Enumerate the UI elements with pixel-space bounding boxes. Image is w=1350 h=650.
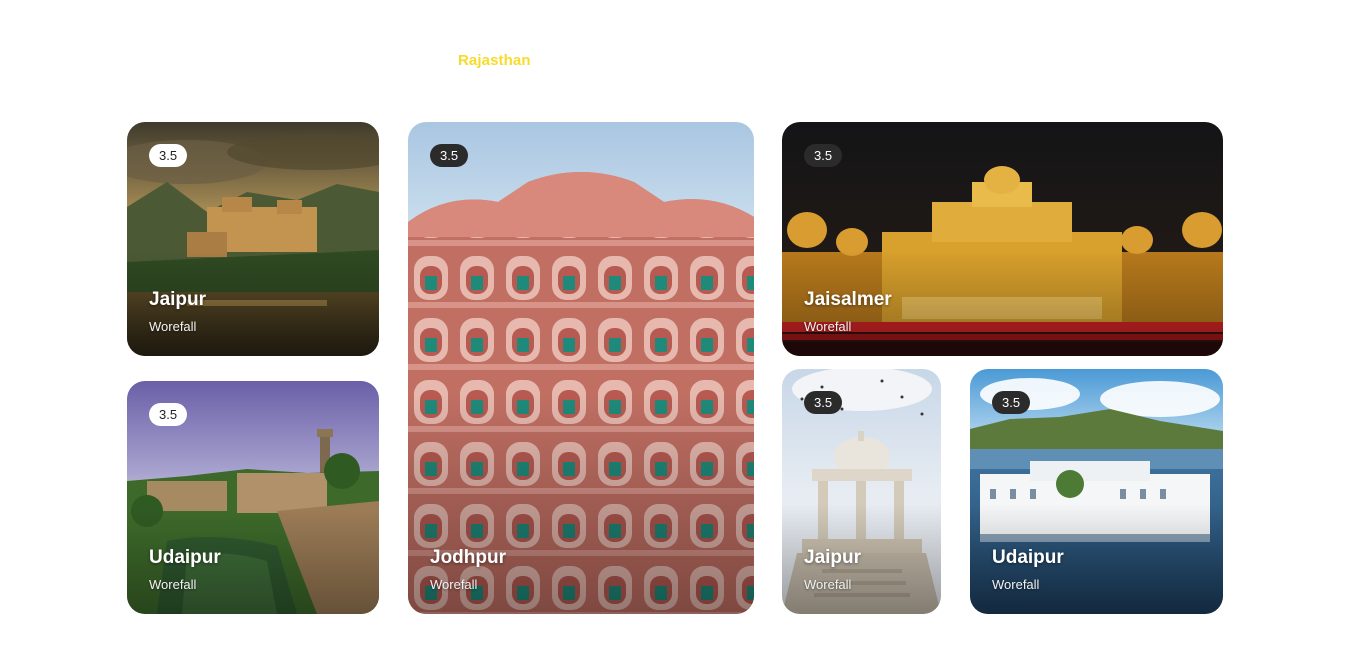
card-title: Jaisalmer (804, 289, 892, 310)
rating-badge: 3.5 (149, 144, 188, 167)
section-title: Rajasthan (458, 52, 531, 69)
card-overlay (408, 122, 754, 614)
card-title: Jodhpur (430, 547, 506, 568)
card-title: Udaipur (992, 547, 1064, 568)
destination-card-jaisalmer[interactable]: 3.5 Jaisalmer Worefall (782, 122, 1223, 356)
destination-card-jodhpur[interactable]: 3.5 Jodhpur Worefall (408, 122, 754, 614)
card-subtitle: Worefall (804, 319, 852, 334)
destination-card-udaipur-fort[interactable]: 3.5 Udaipur Worefall (127, 381, 379, 614)
destination-card-jaipur-chhatri[interactable]: 3.5 Jaipur Worefall (782, 369, 941, 614)
card-subtitle: Worefall (804, 577, 852, 592)
rating-badge: 3.5 (804, 144, 843, 167)
card-title: Udaipur (149, 547, 221, 568)
card-title: Jaipur (149, 289, 207, 310)
card-subtitle: Worefall (430, 577, 478, 592)
destination-card-udaipur-lake[interactable]: 3.5 Udaipur Worefall (970, 369, 1223, 614)
rating-badge: 3.5 (149, 403, 188, 426)
rating-badge: 3.5 (992, 391, 1031, 414)
destination-card-jaipur-fort[interactable]: 3.5 Jaipur Worefall (127, 122, 379, 356)
rating-badge: 3.5 (430, 144, 469, 167)
card-subtitle: Worefall (149, 577, 197, 592)
card-subtitle: Worefall (149, 319, 197, 334)
card-subtitle: Worefall (992, 577, 1040, 592)
card-title: Jaipur (804, 547, 862, 568)
rating-badge: 3.5 (804, 391, 843, 414)
